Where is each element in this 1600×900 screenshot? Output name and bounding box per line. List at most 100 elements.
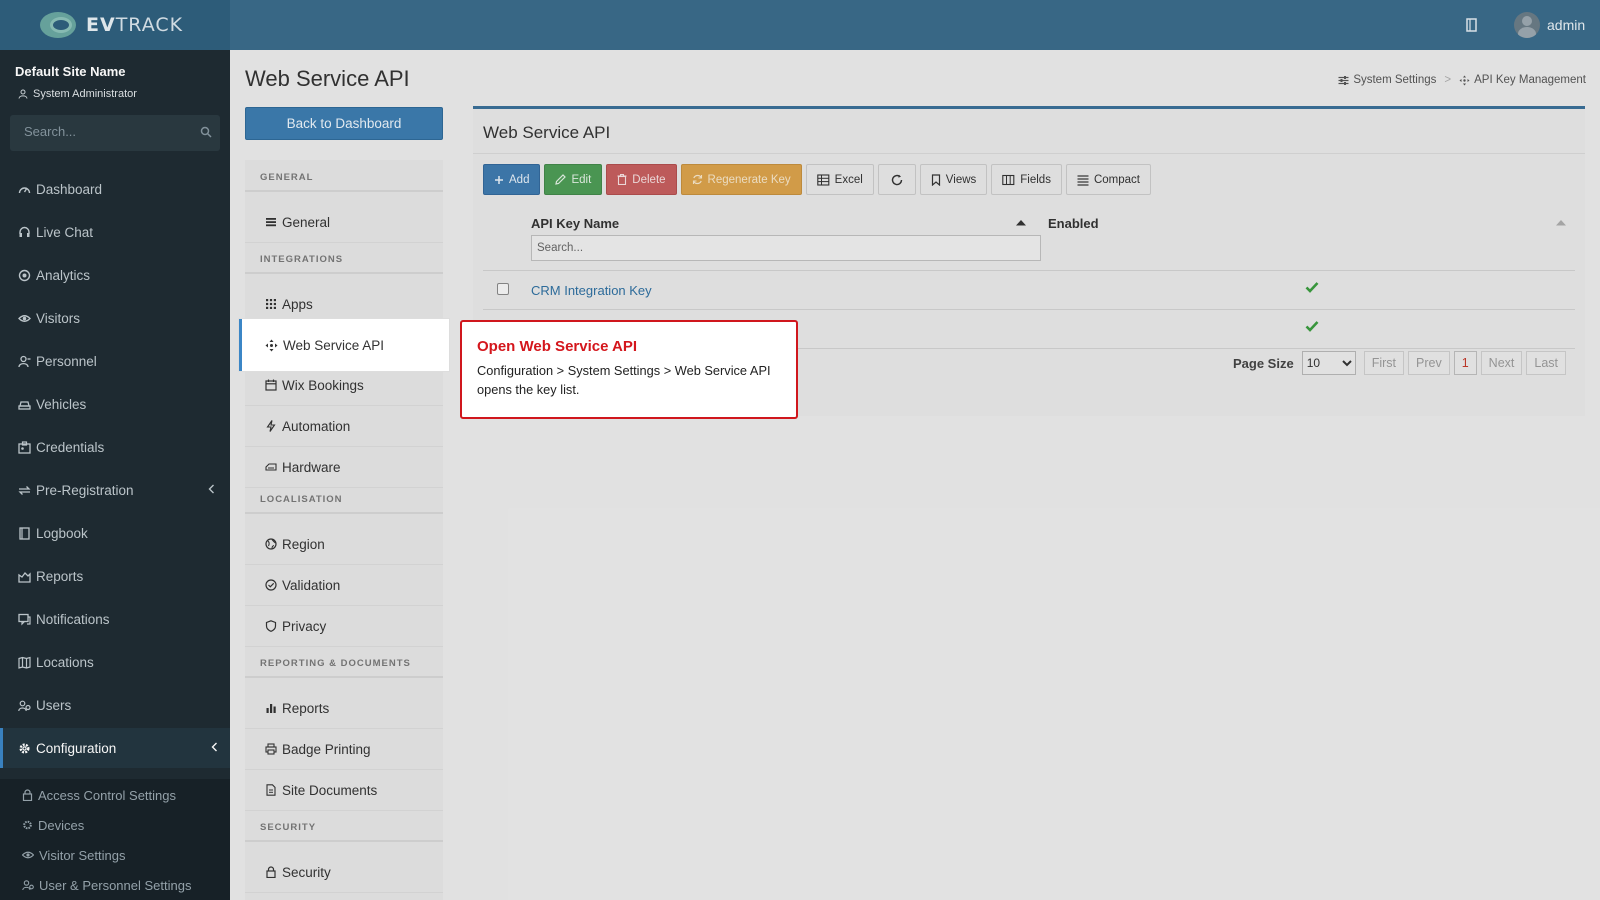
sidebar-item-label: Users [36, 697, 72, 713]
breadcrumb: System Settings > API Key Management [1338, 74, 1586, 86]
config-item-label: Reports [282, 700, 330, 716]
chevron-left-icon[interactable] [208, 484, 215, 494]
calendar-icon [265, 379, 277, 391]
fields-button[interactable]: Fields [991, 164, 1062, 195]
next-page-button[interactable]: Next [1480, 351, 1523, 375]
list-icon [266, 218, 276, 227]
sidebar-item-configuration[interactable]: Configuration [0, 728, 230, 768]
sidebar-subitem-user-personnel-settings[interactable]: User & Personnel Settings [0, 870, 230, 900]
section-localisation: LOCALISATION [245, 482, 443, 514]
sidebar-subitem-visitor-settings[interactable]: Visitor Settings [0, 840, 230, 870]
add-button[interactable]: Add [483, 164, 541, 195]
sidebar-item-pre-registration[interactable]: Pre-Registration [0, 470, 230, 510]
config-item-reports[interactable]: Reports [245, 688, 443, 729]
users-icon [22, 880, 34, 891]
book-icon[interactable] [1466, 18, 1478, 32]
lightning-icon [266, 420, 276, 432]
back-to-dashboard-button[interactable]: Back to Dashboard [245, 107, 443, 140]
sidebar-item-label: Vehicles [36, 396, 87, 412]
sort-asc-icon[interactable] [1015, 219, 1027, 226]
avatar[interactable] [1514, 12, 1540, 38]
globe-icon [265, 538, 277, 550]
logo-mark-icon [38, 10, 82, 40]
sidebar-item-label: Credentials [36, 439, 105, 455]
prev-page-button[interactable]: Prev [1408, 351, 1450, 375]
config-item-site-documents[interactable]: Site Documents [245, 770, 443, 811]
config-item-label: Privacy [282, 618, 327, 634]
column-header-api-key-name[interactable]: API Key Name [531, 216, 619, 231]
sidebar-item-visitors[interactable]: Visitors [0, 298, 230, 338]
regenerate-key-button[interactable]: Regenerate Key [680, 164, 802, 195]
username-label[interactable]: admin [1547, 17, 1585, 33]
config-item-privacy[interactable]: Privacy [245, 606, 443, 647]
sidebar-item-dashboard[interactable]: Dashboard [0, 169, 230, 209]
sidebar-subitem-access-control[interactable]: Access Control Settings [0, 780, 230, 810]
breadcrumb-system-settings[interactable]: System Settings [1353, 74, 1436, 86]
person-icon [18, 89, 28, 99]
breadcrumb-api-key-management[interactable]: API Key Management [1474, 74, 1586, 86]
config-item-security[interactable]: Security [245, 852, 443, 893]
configuration-menu: GENERAL General INTEGRATIONS Apps Web Se… [239, 160, 449, 900]
sidebar-item-label: Logbook [36, 525, 88, 541]
divider [483, 270, 1575, 271]
sidebar-item-label: Notifications [36, 611, 110, 627]
column-search-input[interactable] [531, 235, 1041, 261]
target-icon [18, 269, 31, 281]
sidebar-item-label: Locations [36, 654, 94, 670]
page-title: Web Service API [245, 66, 410, 91]
config-item-validation[interactable]: Validation [245, 565, 443, 606]
config-item-web-service-api[interactable]: Web Service API [239, 319, 449, 371]
config-item-general[interactable]: General [245, 202, 443, 243]
sidebar-subitem-label: Visitor Settings [39, 847, 126, 863]
column-header-enabled[interactable]: Enabled [1048, 216, 1099, 231]
row-checkbox[interactable] [497, 283, 509, 295]
sort-asc-icon[interactable] [1555, 219, 1567, 226]
sidebar-item-label: Configuration [36, 740, 117, 756]
sidebar-item-analytics[interactable]: Analytics [0, 255, 230, 295]
config-item-region[interactable]: Region [245, 524, 443, 565]
config-item-wix-bookings[interactable]: Wix Bookings [245, 365, 443, 406]
sidebar-subitem-devices[interactable]: Devices [0, 810, 230, 840]
search-icon[interactable] [200, 126, 212, 138]
hardware-icon [265, 463, 277, 471]
divider [473, 153, 1585, 154]
sidebar-subitem-label: User & Personnel Settings [39, 877, 192, 893]
sidebar-item-logbook[interactable]: Logbook [0, 513, 230, 553]
sidebar-item-notifications[interactable]: Notifications [0, 599, 230, 639]
map-icon [18, 656, 31, 669]
chevron-left-icon[interactable] [211, 742, 218, 752]
sidebar-item-reports[interactable]: Reports [0, 556, 230, 596]
compact-button-label: Compact [1093, 173, 1140, 186]
user-role: System Administrator [18, 88, 137, 100]
sidebar-item-live-chat[interactable]: Live Chat [0, 212, 230, 252]
sidebar-item-users[interactable]: Users [0, 685, 230, 725]
delete-button[interactable]: Delete [606, 164, 677, 195]
car-icon [18, 400, 31, 410]
logo[interactable]: EVTRACK [0, 0, 230, 50]
config-item-label: Site Documents [282, 782, 378, 798]
refresh-button[interactable] [877, 164, 916, 195]
pagination: Page Size 10 First Prev 1 Next Last [1233, 351, 1567, 375]
excel-button[interactable]: Excel [805, 164, 874, 195]
page-size-select[interactable]: 10 [1301, 351, 1356, 375]
api-key-link[interactable]: CRM Integration Key [531, 283, 652, 298]
edit-button[interactable]: Edit [544, 164, 603, 195]
document-icon [266, 784, 276, 796]
sidebar-item-credentials[interactable]: Credentials [0, 427, 230, 467]
views-button[interactable]: Views [919, 164, 988, 195]
sidebar-item-locations[interactable]: Locations [0, 642, 230, 682]
sidebar-item-personnel[interactable]: Personnel [0, 341, 230, 381]
sidebar-search-input[interactable] [24, 124, 184, 139]
config-item-badge-printing[interactable]: Badge Printing [245, 729, 443, 770]
columns-icon [1002, 174, 1015, 185]
current-page[interactable]: 1 [1453, 351, 1477, 375]
compact-button[interactable]: Compact [1065, 164, 1151, 195]
config-item-automation[interactable]: Automation [245, 406, 443, 447]
config-item-label: Web Service API [283, 337, 385, 353]
config-item-label: Apps [282, 296, 313, 312]
sidebar-item-vehicles[interactable]: Vehicles [0, 384, 230, 424]
first-page-button[interactable]: First [1363, 351, 1405, 375]
config-item-label: Wix Bookings [282, 377, 364, 393]
id-card-icon [18, 440, 31, 454]
last-page-button[interactable]: Last [1526, 351, 1567, 375]
